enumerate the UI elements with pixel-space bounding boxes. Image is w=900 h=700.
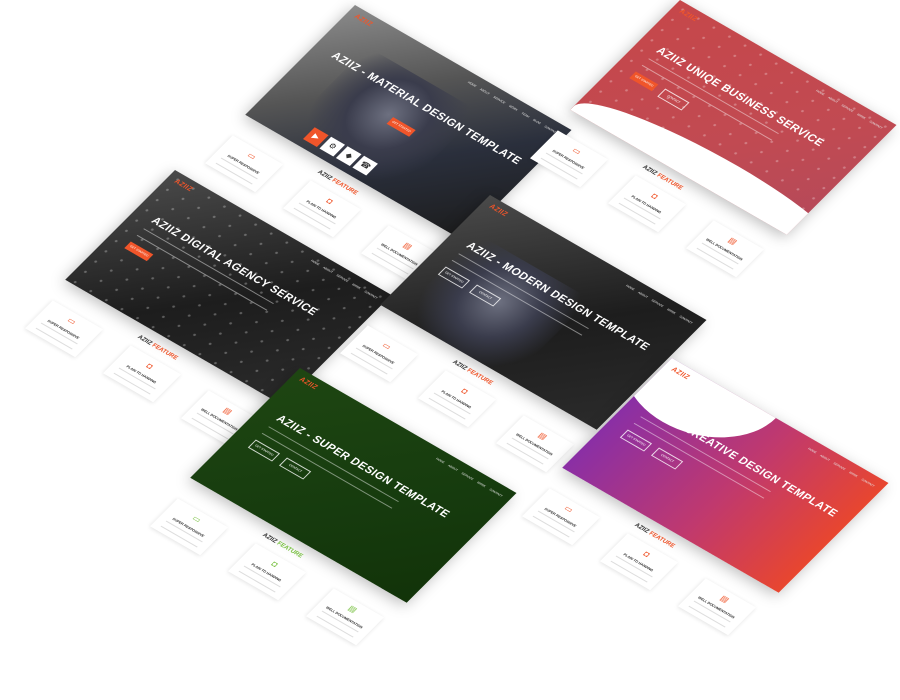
feature-card: ▭ SUPER RESPONSIVE (150, 498, 229, 556)
feature-card: ▤ WELL DOCUMENTATION (305, 588, 384, 646)
feature-card: ▭ SUPER RESPONSIVE (522, 488, 601, 546)
doc-icon: ▤ (346, 603, 360, 615)
nav-item[interactable]: TEAM (520, 111, 530, 118)
nav-item[interactable]: WORK (476, 481, 487, 489)
nav-item[interactable]: ABOUT (479, 87, 491, 95)
brand-logo: AZIIZ (297, 376, 319, 392)
doc-icon: ▤ (536, 430, 550, 442)
get-started-button[interactable]: GET STARTED (247, 439, 281, 462)
nav-item[interactable]: HOME (435, 457, 446, 464)
doc-icon: ▤ (726, 235, 740, 247)
doc-icon: ▤ (401, 240, 415, 252)
nav-item[interactable]: SERVICE (492, 95, 506, 104)
contact-button[interactable]: CONTACT (650, 447, 684, 470)
nav-item[interactable]: ABOUT (819, 454, 831, 462)
feature-card: ▭ SUPER RESPONSIVE (340, 325, 419, 383)
monitor-icon: ▭ (562, 503, 576, 515)
brand-logo: AZIIZ (487, 203, 509, 219)
monitor-icon: ▭ (570, 145, 584, 157)
feature-card: ▭ SUPER RESPONSIVE (530, 130, 609, 188)
nav-item[interactable]: HOME (807, 447, 818, 454)
monitor-icon: ▭ (190, 513, 204, 525)
top-nav: HOME ABOUT SERVICE WORK TEAM BLOG CONTAC… (467, 80, 559, 134)
nav-item[interactable]: HOME (625, 284, 636, 291)
nav-item[interactable]: SERVICE (832, 461, 846, 470)
nav-item[interactable]: SERVICE (650, 298, 664, 307)
feature-card: ▭ SUPER RESPONSIVE (25, 300, 104, 358)
brand-logo: AZIIZ (352, 13, 374, 29)
bag-icon: ◘ (324, 196, 336, 206)
bag-icon: ◘ (649, 191, 661, 201)
nav-item[interactable]: CONTACT (678, 315, 693, 325)
feature-card: ▤ WELL DOCUMENTATION (495, 415, 574, 473)
doc-icon: ▤ (221, 405, 235, 417)
nav-item[interactable]: CONTACT (488, 488, 503, 498)
top-nav: HOME ABOUT SERVICE WORK CONTACT (625, 284, 694, 325)
bag-icon: ◘ (641, 549, 653, 559)
nav-item[interactable]: CONTACT (860, 478, 875, 488)
doc-icon: ▤ (718, 593, 732, 605)
nav-item[interactable]: BLOG (532, 118, 542, 125)
feature-card: ▭ SUPER RESPONSIVE (205, 135, 284, 193)
nav-item[interactable]: ABOUT (447, 464, 459, 472)
nav-item[interactable]: WORK (666, 308, 677, 316)
nav-item[interactable]: WORK (508, 104, 519, 112)
nav-item[interactable]: ABOUT (637, 291, 649, 299)
monitor-icon: ▭ (245, 150, 259, 162)
contact-button[interactable]: CONTACT (278, 457, 312, 480)
top-nav: HOME ABOUT SERVICE WORK CONTACT (435, 457, 504, 498)
nav-item[interactable]: WORK (848, 471, 859, 479)
bag-icon: ◘ (144, 361, 156, 371)
nav-item[interactable]: SERVICE (460, 471, 474, 480)
bag-icon: ◘ (269, 559, 281, 569)
get-started-button[interactable]: GET STARTED (619, 429, 653, 452)
bag-icon: ◘ (459, 386, 471, 396)
feature-card: ▤ WELL DOCUMENTATION (677, 578, 756, 636)
monitor-icon: ▭ (65, 315, 79, 327)
monitor-icon: ▭ (380, 340, 394, 352)
top-nav: HOME ABOUT SERVICE WORK CONTACT (807, 447, 876, 488)
nav-item[interactable]: HOME (467, 80, 478, 87)
template-showcase: AZIIZ HOME ABOUT SERVICE WORK TEAM BLOG … (0, 0, 900, 700)
feature-card: ▤ WELL DOCUMENTATION (685, 220, 764, 278)
